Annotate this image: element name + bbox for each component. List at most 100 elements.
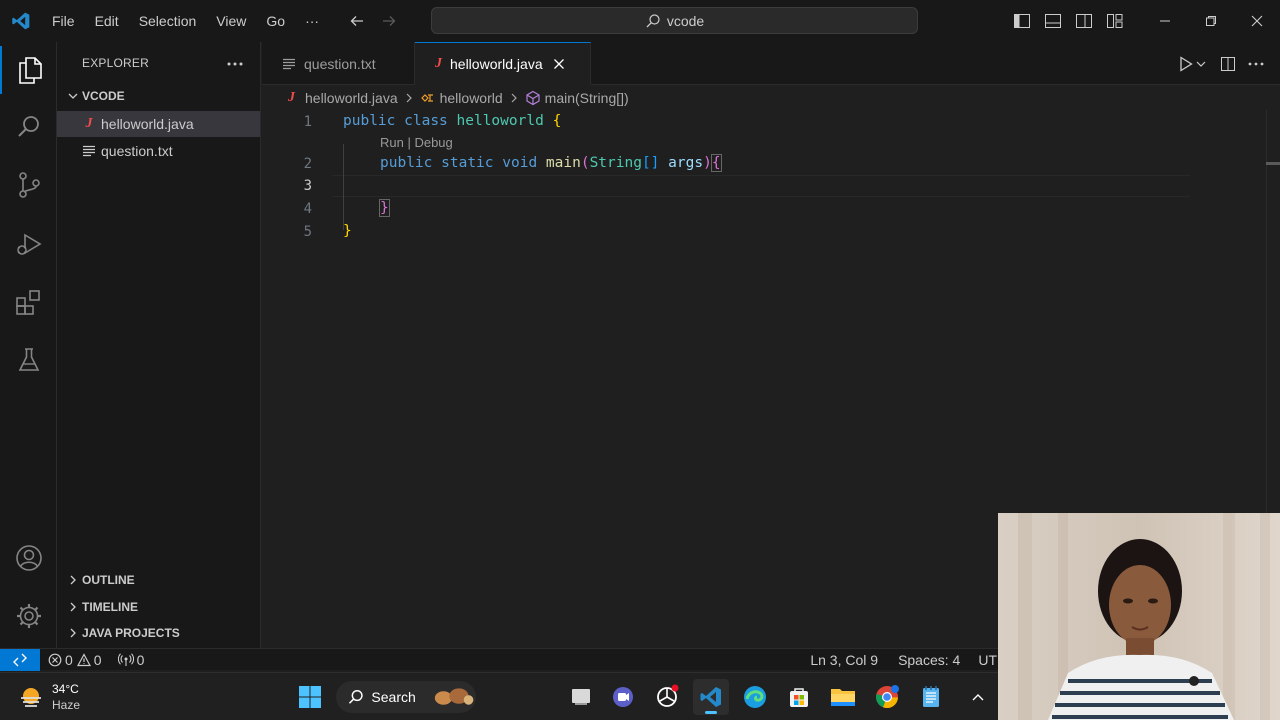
chevron-down-icon: [64, 90, 82, 102]
run-debug-icon[interactable]: [0, 220, 57, 268]
tab-label: question.txt: [304, 55, 376, 72]
code-line-5: }: [343, 223, 352, 239]
search-highlight-icon: [434, 688, 474, 705]
chevron-right-icon: [64, 574, 82, 586]
line-number: 1: [303, 114, 312, 130]
command-center-text: vcode: [666, 12, 705, 29]
section-outline[interactable]: OUTLINE: [57, 567, 261, 593]
forward-arrow-icon[interactable]: [373, 0, 405, 42]
breadcrumb-method[interactable]: main(String[]): [525, 90, 629, 106]
cursor-position[interactable]: Ln 3, Col 9: [802, 652, 890, 668]
start-button-icon[interactable]: [292, 679, 328, 715]
teams-chat-icon[interactable]: [605, 679, 641, 715]
menu-selection[interactable]: Selection: [129, 0, 207, 42]
manage-gear-icon[interactable]: [0, 592, 57, 640]
breadcrumb: J helloworld.java helloworld main(String…: [262, 86, 1280, 110]
microsoft-store-icon[interactable]: [781, 679, 817, 715]
section-label: OUTLINE: [82, 573, 135, 587]
remote-indicator-icon[interactable]: [0, 648, 40, 671]
search-icon: [348, 690, 363, 704]
method-symbol-icon: [525, 90, 541, 106]
menu-go[interactable]: Go: [256, 0, 295, 42]
weather-widget[interactable]: 34°C Haze: [18, 681, 80, 713]
file-item-helloworld-java[interactable]: J helloworld.java: [57, 111, 260, 137]
folder-vcode[interactable]: VCODE: [57, 84, 260, 108]
broadcast-icon: [117, 652, 134, 666]
chrome-browser-icon[interactable]: [869, 679, 905, 715]
problems-indicator[interactable]: 0 0: [40, 652, 110, 668]
menu-file[interactable]: File: [42, 0, 85, 42]
run-dropdown-chevron-icon[interactable]: [1194, 60, 1208, 68]
menu-edit[interactable]: Edit: [85, 0, 129, 42]
scrollbar-thumb[interactable]: [1266, 162, 1280, 165]
split-editor-icon[interactable]: [1214, 56, 1242, 72]
tab-helloworld-java[interactable]: J helloworld.java: [415, 42, 591, 85]
indentation[interactable]: Spaces: 4: [890, 652, 970, 668]
text-file-icon: [79, 145, 99, 157]
weather-condition: Haze: [52, 698, 81, 712]
file-name: helloworld.java: [101, 116, 194, 132]
code-line-2: public static void main(String[] args){: [380, 154, 722, 172]
section-timeline[interactable]: TIMELINE: [57, 594, 261, 620]
line-number: 3: [303, 178, 312, 194]
tab-question-txt[interactable]: question.txt: [262, 42, 415, 85]
minimize-icon[interactable]: [1142, 0, 1188, 42]
webcam-overlay: [998, 513, 1280, 720]
search-icon: [646, 13, 660, 27]
taskbar-search-label: Search: [371, 689, 416, 705]
chevron-right-icon: [64, 601, 82, 613]
explorer-icon[interactable]: [0, 46, 57, 94]
notepad-icon[interactable]: [913, 679, 949, 715]
close-window-icon[interactable]: [1234, 0, 1280, 42]
line-number: 4: [303, 201, 312, 217]
menu-more[interactable]: ···: [295, 0, 329, 42]
chatgpt-app-icon[interactable]: [649, 679, 685, 715]
testing-icon[interactable]: [0, 336, 57, 384]
source-control-icon[interactable]: [0, 161, 57, 209]
breadcrumb-class[interactable]: helloworld: [420, 90, 503, 106]
command-center-search[interactable]: vcode: [431, 7, 918, 34]
current-line-highlight: [332, 175, 1190, 197]
temperature: 34°C: [52, 682, 79, 696]
file-item-question-txt[interactable]: question.txt: [57, 138, 260, 164]
text-file-icon: [282, 58, 296, 70]
line-number: 2: [303, 156, 312, 172]
chevron-right-icon: [64, 627, 82, 639]
title-bar: File Edit Selection View Go ··· vcode: [0, 0, 1280, 42]
task-view-icon[interactable]: [563, 679, 599, 715]
section-label: TIMELINE: [82, 600, 138, 614]
file-explorer-icon[interactable]: [825, 679, 861, 715]
search-icon[interactable]: [0, 103, 57, 151]
error-icon: [48, 653, 62, 666]
section-java-projects[interactable]: JAVA PROJECTS: [57, 620, 261, 646]
toggle-secondary-sidebar-icon[interactable]: [1068, 0, 1099, 42]
code-line-4: }: [379, 199, 390, 217]
ports-indicator[interactable]: 0: [110, 652, 153, 668]
toggle-primary-sidebar-icon[interactable]: [1006, 0, 1037, 42]
accounts-icon[interactable]: [0, 534, 57, 582]
toggle-panel-icon[interactable]: [1037, 0, 1068, 42]
more-actions-icon[interactable]: [1242, 62, 1270, 66]
customize-layout-icon[interactable]: [1099, 0, 1130, 42]
system-tray-chevron-icon[interactable]: [960, 679, 996, 715]
back-arrow-icon[interactable]: [341, 0, 373, 42]
sun-haze-icon: [21, 688, 41, 707]
close-tab-icon[interactable]: [553, 58, 565, 70]
breadcrumb-file[interactable]: J helloworld.java: [288, 90, 398, 106]
codelens-run-debug[interactable]: Run | Debug: [380, 135, 453, 150]
activity-bar: [0, 42, 57, 648]
vscode-taskbar-icon[interactable]: [693, 679, 729, 715]
explorer-header: EXPLORER: [82, 56, 149, 70]
restore-icon[interactable]: [1188, 0, 1234, 42]
edge-browser-icon[interactable]: [737, 679, 773, 715]
java-file-icon: J: [435, 55, 442, 71]
more-actions-icon[interactable]: [226, 56, 244, 70]
chevron-right-icon: [404, 92, 414, 104]
section-label: JAVA PROJECTS: [82, 626, 180, 640]
taskbar-search[interactable]: Search: [336, 681, 476, 713]
vscode-logo-icon: [0, 0, 42, 42]
editor-tabs: question.txt J helloworld.java: [262, 42, 1280, 85]
warning-count: 0: [93, 651, 102, 668]
extensions-icon[interactable]: [0, 278, 57, 326]
menu-view[interactable]: View: [206, 0, 256, 42]
